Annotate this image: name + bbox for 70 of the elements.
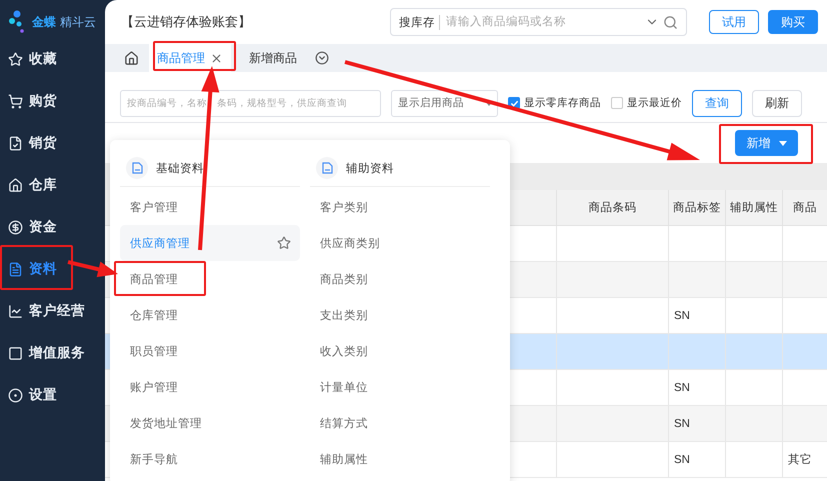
search-field[interactable]: 搜库存 请输入商品编码或名称 [390,8,687,36]
menu-item[interactable]: 客户类别 [310,195,377,219]
account-title: 【云进销存体验账套】 [121,13,252,31]
coin-icon [8,220,23,234]
nav-item[interactable]: 增值服务 [0,332,88,374]
menu-item[interactable]: 供应商类别 [310,231,389,255]
table-cell: SN [674,454,690,466]
star-icon[interactable] [277,236,291,250]
logo-text: 精斗云 [60,14,96,30]
menu-item[interactable]: 仓库管理 [120,303,187,327]
filter-button[interactable]: 查询 [692,90,742,116]
add-button[interactable]: 新增 [735,130,798,156]
square-icon [8,346,23,360]
page-tab[interactable]: 新增商品 [241,44,305,72]
document-icon [8,262,23,276]
table-cell: SN [674,418,690,430]
menu-item[interactable]: 职员管理 [120,339,187,363]
menu-item[interactable]: 商品管理 [120,267,187,291]
table-cell: 其它 [788,452,812,467]
table-cell: SN [674,310,690,322]
menu-item[interactable]: 发货地址管理 [120,411,211,435]
document-check-icon [8,136,23,150]
star-icon [8,52,23,66]
nav-item[interactable]: 收藏 [0,38,60,80]
logo-text: 金蝶 [32,14,56,30]
menu-item[interactable]: 计量单位 [310,375,377,399]
header-button[interactable]: 购买 [768,10,818,34]
header-button[interactable]: 试用 [709,10,759,34]
nav-item[interactable]: 客户经营 [0,290,88,332]
close-icon[interactable] [210,52,223,64]
cart-icon [8,94,23,108]
menu-item[interactable]: 客户管理 [120,195,187,219]
home-icon[interactable] [124,50,139,66]
chart-icon [8,304,23,318]
menu-item[interactable]: 新手导航 [120,447,187,471]
menu-section-title: 辅助资料 [346,162,394,176]
checkbox-option[interactable]: 显示最近价 [611,96,682,110]
nav-item[interactable]: 设置 [0,374,60,416]
checkbox[interactable] [611,97,623,109]
house-icon [8,178,23,192]
document-icon [322,162,332,174]
menu-item[interactable]: 辅助属性 [310,447,377,471]
document-icon [132,162,142,174]
nav-item[interactable]: 资金 [0,206,60,248]
settings-icon [8,388,23,402]
nav-item[interactable]: 购货 [0,80,60,122]
menu-item[interactable]: 商品类别 [310,267,377,291]
column-header: 辅助属性 [725,190,782,225]
nav-item[interactable]: 销货 [0,122,60,164]
check-icon [510,98,518,108]
nav-item[interactable]: 仓库 [0,164,60,206]
search-scope[interactable]: 搜库存 [399,14,440,30]
page-tab[interactable]: 商品管理 [149,44,231,72]
column-header: 商品标签 [668,190,725,225]
menu-item[interactable]: 供应商管理 [120,225,300,261]
column-header: 商品 [782,190,827,225]
menu-item[interactable]: 结算方式 [310,411,377,435]
nav-item[interactable]: 资料 [0,248,60,290]
table-cell: SN [674,382,690,394]
menu-section-title: 基础资料 [156,162,204,176]
search-icon[interactable] [663,14,678,30]
chevron-down-icon[interactable] [315,51,329,65]
column-header: 商品条码 [556,190,668,225]
menu-item[interactable]: 账户管理 [120,375,187,399]
annotation-arrow [68,260,118,278]
menu-item[interactable]: 收入类别 [310,339,377,363]
menu-item[interactable]: 支出类别 [310,303,377,327]
filter-button[interactable]: 刷新 [752,90,802,116]
product-search-field[interactable]: 按商品编号，名称 条码，规格型号，供应商查询 [120,90,381,116]
caret-icon [778,140,786,146]
